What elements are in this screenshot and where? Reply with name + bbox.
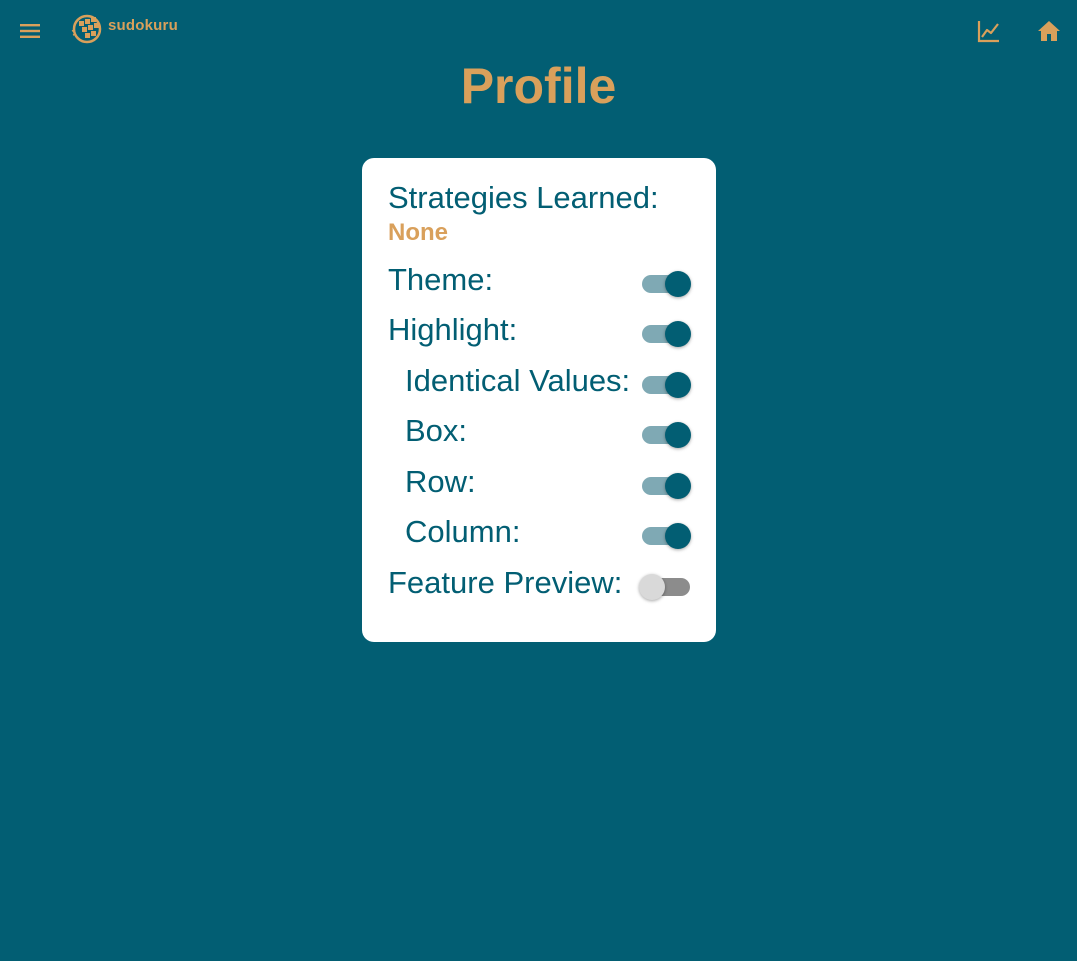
toggle-thumb xyxy=(665,473,691,499)
setting-row-identical-values: Identical Values: xyxy=(388,361,692,405)
setting-label: Theme: xyxy=(388,262,494,297)
setting-row-theme: Theme: xyxy=(388,260,692,304)
statistics-button[interactable] xyxy=(976,18,1002,44)
toggle-thumb xyxy=(665,422,691,448)
sudokuru-logo-icon xyxy=(71,14,102,44)
setting-label: Identical Values: xyxy=(405,363,631,398)
highlight-toggle[interactable] xyxy=(640,318,692,347)
home-button[interactable] xyxy=(1036,18,1062,44)
home-icon xyxy=(1038,21,1060,41)
setting-row-highlight: Highlight: xyxy=(388,310,692,354)
page-title: Profile xyxy=(460,58,617,114)
menu-button[interactable] xyxy=(18,20,42,42)
strategies-learned-label: Strategies Learned: xyxy=(388,180,659,215)
setting-label: Box: xyxy=(405,413,468,448)
column-toggle[interactable] xyxy=(640,520,692,549)
strategies-learned-value: None xyxy=(388,219,448,246)
box-toggle[interactable] xyxy=(640,419,692,448)
profile-page: sudokuru Profile Strategies Learned: Non… xyxy=(0,0,1077,961)
setting-label: Row: xyxy=(405,464,476,499)
setting-label: Column: xyxy=(405,514,521,549)
toggle-thumb xyxy=(639,574,665,600)
toggle-thumb xyxy=(665,271,691,297)
logo-text: sudokuru xyxy=(108,16,178,34)
theme-toggle[interactable] xyxy=(640,268,692,297)
feature-preview-toggle[interactable] xyxy=(639,571,692,600)
setting-row-box: Box: xyxy=(388,411,692,455)
chart-line-icon xyxy=(977,21,999,43)
toggle-thumb xyxy=(665,321,691,347)
toggle-thumb xyxy=(665,372,691,398)
setting-label: Highlight: xyxy=(388,312,518,347)
identical-values-toggle[interactable] xyxy=(640,369,692,398)
setting-row-feature-preview: Feature Preview: xyxy=(388,563,692,607)
app-logo[interactable]: sudokuru xyxy=(70,10,178,46)
toggle-thumb xyxy=(665,523,691,549)
row-toggle[interactable] xyxy=(640,470,692,499)
menu-icon xyxy=(20,24,40,38)
setting-row-column: Column: xyxy=(388,512,692,556)
setting-row-row: Row: xyxy=(388,462,692,506)
profile-card: Strategies Learned: None Theme: Highligh… xyxy=(362,158,716,642)
setting-label: Feature Preview: xyxy=(388,565,623,600)
